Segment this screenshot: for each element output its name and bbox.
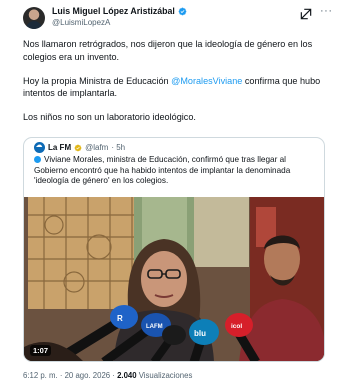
quoted-author-avatar bbox=[34, 141, 45, 153]
video-frame: R LAFM blu icol bbox=[24, 197, 324, 361]
svg-text:R: R bbox=[117, 314, 123, 323]
tweet-text: Nos llamaron retrógrados, nos dijeron qu… bbox=[23, 38, 328, 135]
grok-icon[interactable] bbox=[299, 7, 313, 21]
tweet-card: Luis Miguel López Aristizábal @LuismiLop… bbox=[0, 0, 350, 389]
quoted-author-handle: @lafm bbox=[85, 143, 109, 152]
quoted-tweet-text: Viviane Morales, ministra de Educación, … bbox=[34, 155, 319, 187]
quoted-tweet[interactable]: La FM @lafm · 5h Viviane Morales, minist… bbox=[23, 137, 325, 362]
svg-text:LAFM: LAFM bbox=[146, 324, 163, 330]
tweet-text-segment: Hoy la propia Ministra de Educación bbox=[23, 75, 172, 86]
verified-badge-icon bbox=[178, 7, 187, 15]
svg-text:icol: icol bbox=[231, 323, 242, 330]
blue-circle-emoji-icon bbox=[34, 155, 41, 163]
svg-text:blu: blu bbox=[194, 329, 206, 338]
video-player[interactable]: R LAFM blu icol 1:07 bbox=[24, 197, 324, 361]
tweet-paragraph: Nos llamaron retrógrados, nos dijeron qu… bbox=[23, 39, 313, 62]
quoted-timestamp: · 5h bbox=[111, 143, 126, 152]
tweet-paragraph: Hoy la propia Ministra de Educación @Mor… bbox=[23, 75, 328, 101]
tweet-timestamp[interactable]: 6:12 p. m. · 20 ago. 2026 · bbox=[23, 371, 117, 380]
tweet-metadata: 6:12 p. m. · 20 ago. 2026 · 2.040 Visual… bbox=[23, 371, 192, 380]
tweet-paragraph: Los niños no son un laboratorio ideológi… bbox=[23, 112, 196, 123]
author-name-row: Luis Miguel López Aristizábal bbox=[52, 6, 187, 16]
quoted-tweet-body: Viviane Morales, ministra de Educación, … bbox=[34, 155, 291, 186]
quoted-author-name: La FM bbox=[48, 143, 72, 152]
views-count: 2.040 bbox=[117, 371, 137, 380]
mention-link[interactable]: @MoralesViviane bbox=[171, 76, 242, 86]
author-avatar[interactable] bbox=[23, 7, 45, 29]
author-handle[interactable]: @LuismiLopezA bbox=[52, 18, 110, 27]
more-icon[interactable]: ··· bbox=[320, 5, 333, 17]
video-duration: 1:07 bbox=[30, 345, 52, 356]
quoted-tweet-header: La FM @lafm · 5h bbox=[34, 141, 126, 153]
author-display-name[interactable]: Luis Miguel López Aristizábal bbox=[52, 6, 175, 16]
verified-badge-icon bbox=[74, 144, 82, 151]
views-label: Visualizaciones bbox=[136, 371, 193, 380]
